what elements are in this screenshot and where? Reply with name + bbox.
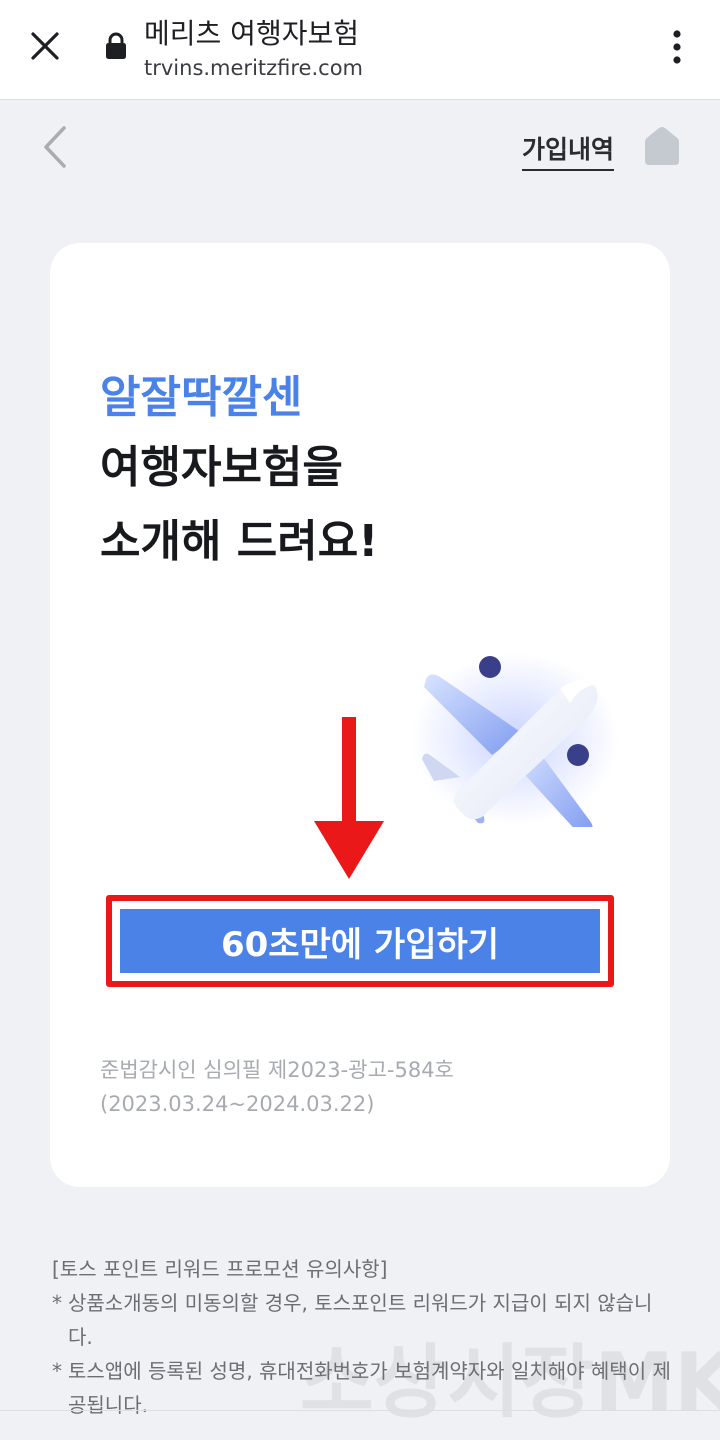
divider [0,1410,720,1411]
kebab-menu-icon[interactable] [664,28,690,68]
back-arrow-icon[interactable] [36,124,76,170]
notice-item-text: 토스앱에 등록된 성명, 휴대전화번호가 보험계약자와 일치해야 혜택이 제공됩… [68,1359,671,1417]
browser-top-bar: 메리츠 여행자보험 trvins.meritzfire.com [0,0,720,100]
notice-item-text: 상품소개동의 미동의할 경우, 토스포인트 리워드가 지급이 되지 않습니다. [68,1291,653,1349]
subscription-history-link[interactable]: 가입내역 [522,130,615,171]
cta-highlight-box: 60초만에 가입하기 [106,895,614,987]
browser-url[interactable]: trvins.meritzfire.com [144,56,363,80]
bullet: * [52,1291,62,1315]
disclaimer-approval-number: 준법감시인 심의필 제2023-광고-584호 [100,1058,454,1082]
disclaimer-validity-period: (2023.03.24~2024.03.22) [100,1092,375,1116]
headline-line-2: 여행자보험을 [100,442,343,493]
lock-icon [106,32,126,59]
browser-page-title: 메리츠 여행자보험 [144,17,359,50]
promotion-notice: [토스 포인트 리워드 프로모션 유의사항] * 상품소개동의 미동의할 경우,… [52,1252,672,1422]
bullet: * [52,1359,62,1383]
headline-line-3: 소개해 드려요! [100,516,379,567]
list-item: * 상품소개동의 미동의할 경우, 토스포인트 리워드가 지급이 되지 않습니다… [52,1286,672,1354]
compliance-disclaimer: 준법감시인 심의필 제2023-광고-584호 (2023.03.24~2024… [100,1053,454,1121]
headline-accent: 알잘딱깔센 [100,372,303,423]
airplane-icon [411,653,619,827]
join-in-60-seconds-button[interactable]: 60초만에 가입하기 [120,909,600,973]
down-arrow-icon [314,717,384,879]
close-icon[interactable] [27,28,63,64]
list-item: * 토스앱에 등록된 성명, 휴대전화번호가 보험계약자와 일치해야 혜택이 제… [52,1354,672,1422]
notice-title: [토스 포인트 리워드 프로모션 유의사항] [52,1257,388,1281]
intro-card: 알잘딱깔센 여행자보험을 소개해 드려요! 60초만에 가입하기 준법감시인 심… [50,243,670,1187]
home-icon[interactable] [640,124,684,168]
